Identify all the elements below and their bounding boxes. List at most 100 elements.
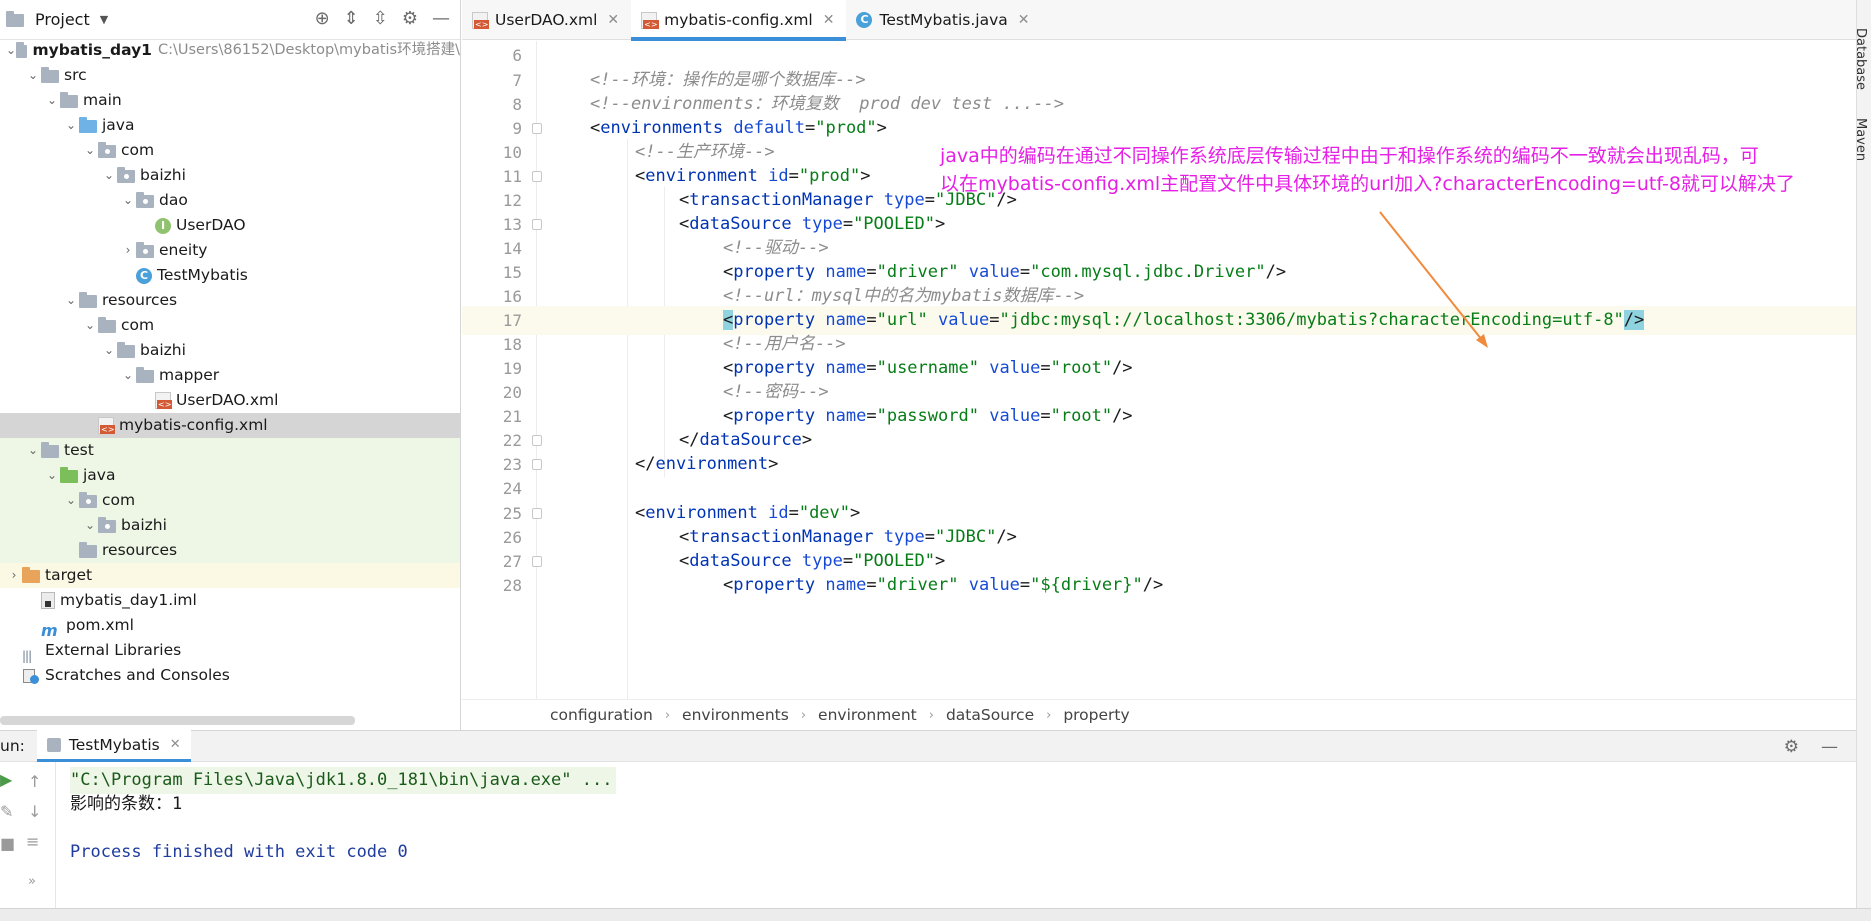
- wrench-icon[interactable]: ✎: [0, 802, 13, 821]
- chevron-down-icon[interactable]: ▼: [100, 13, 108, 26]
- tree-item-label: resources: [102, 291, 178, 309]
- tree-item[interactable]: ⌄ java: [0, 463, 460, 488]
- code-line: 28 <property name="driver" value="${drive…: [462, 571, 1856, 600]
- fold-marker[interactable]: [532, 435, 542, 446]
- chevron-down-icon[interactable]: ⌄: [63, 113, 79, 138]
- chevron-down-icon[interactable]: ⌄: [120, 363, 136, 388]
- chevron-down-icon[interactable]: ⌄: [6, 38, 16, 63]
- chevron-down-icon[interactable]: ⌄: [82, 513, 98, 538]
- minimize-icon[interactable]: —: [1821, 737, 1838, 757]
- tree-item[interactable]: ⌄ dao: [0, 188, 460, 213]
- tree-item[interactable]: ⌄ java: [0, 113, 460, 138]
- breadcrumb-item[interactable]: environments: [682, 706, 789, 724]
- fold-marker[interactable]: [532, 123, 542, 134]
- chevron-down-icon[interactable]: ⌄: [25, 438, 41, 463]
- close-icon[interactable]: ✕: [823, 12, 835, 28]
- tree-item[interactable]: ⌄ com: [0, 488, 460, 513]
- project-panel: Project ▼ ⊕ ⇕ ⇳ ⚙ — ⌄ mybatis_day1 C:\User…: [0, 0, 461, 730]
- fold-marker[interactable]: [532, 556, 542, 567]
- console-output[interactable]: ▶ ↑ ✎ ↓ ■ ≡ » "C:\Program Files\Java\jdk…: [0, 762, 1856, 908]
- tree-item[interactable]: ⌄ test: [0, 438, 460, 463]
- gear-icon[interactable]: ⚙: [1784, 737, 1799, 757]
- tree-item[interactable]: ⌄ com: [0, 313, 460, 338]
- expand-all-icon[interactable]: ⇕: [344, 8, 359, 29]
- interface-icon: I: [155, 217, 171, 234]
- locate-icon[interactable]: ⊕: [315, 8, 330, 29]
- fold-marker[interactable]: [532, 459, 542, 470]
- chevron-right-icon[interactable]: ›: [120, 238, 136, 263]
- breadcrumb-item[interactable]: property: [1063, 706, 1129, 724]
- project-title[interactable]: Project: [35, 10, 90, 29]
- maven-tool-button[interactable]: Maven: [1853, 118, 1868, 161]
- tree-item[interactable]: ⌄ resources: [0, 288, 460, 313]
- tree-item[interactable]: resources: [0, 538, 460, 563]
- tree-item[interactable]: ⌄ baizhi: [0, 163, 460, 188]
- tree-item[interactable]: Scratches and Consoles: [0, 663, 460, 688]
- fold-marker[interactable]: [532, 171, 542, 182]
- soft-wrap-icon[interactable]: ≡: [26, 832, 39, 851]
- chevron-down-icon[interactable]: ⌄: [101, 163, 117, 188]
- collapse-all-icon[interactable]: ⇳: [373, 8, 388, 29]
- tree-item[interactable]: ⌄ baizhi: [0, 513, 460, 538]
- chevron-down-icon[interactable]: ⌄: [25, 63, 41, 88]
- close-icon[interactable]: ✕: [607, 12, 619, 28]
- run-config-icon: [46, 737, 61, 752]
- chevron-down-icon[interactable]: ⌄: [101, 338, 117, 363]
- close-icon[interactable]: ✕: [1018, 12, 1030, 28]
- chevron-down-icon[interactable]: ⌄: [82, 313, 98, 338]
- tree-item[interactable]: › eneity: [0, 238, 460, 263]
- tree-item[interactable]: mybatis-config.xml: [0, 413, 460, 438]
- tree-item[interactable]: External Libraries: [0, 638, 460, 663]
- project-folder-icon: [6, 11, 24, 27]
- stop-icon[interactable]: ■: [0, 834, 15, 853]
- chevron-down-icon[interactable]: ⌄: [63, 288, 79, 313]
- tab-testmybatis-java[interactable]: C TestMybatis.java ✕: [846, 0, 1041, 40]
- code-editor[interactable]: 6 7 <!--环境：操作的是哪个数据库--> 8 <!--environments…: [462, 41, 1856, 699]
- arrow-down-icon[interactable]: ↓: [28, 802, 41, 821]
- breadcrumb-item[interactable]: configuration: [550, 706, 653, 724]
- fold-marker[interactable]: [532, 219, 542, 230]
- tab-userdao-xml[interactable]: UserDAO.xml ✕: [462, 0, 631, 40]
- tree-item[interactable]: UserDAO.xml: [0, 388, 460, 413]
- gear-icon[interactable]: ⚙: [402, 8, 418, 29]
- editor-tabs: UserDAO.xml ✕ mybatis-config.xml ✕ C Tes…: [462, 0, 1856, 41]
- horizontal-scrollbar[interactable]: [0, 716, 355, 725]
- excluded-folder-icon: [22, 567, 40, 583]
- tree-item[interactable]: ⌄ mapper: [0, 363, 460, 388]
- breadcrumb-item[interactable]: dataSource: [946, 706, 1034, 724]
- arrow-up-icon[interactable]: ↑: [28, 772, 41, 791]
- tree-item[interactable]: › target: [0, 563, 460, 588]
- database-tool-button[interactable]: Database: [1853, 28, 1868, 90]
- run-tab-label: TestMybatis: [68, 735, 160, 754]
- more-icon[interactable]: »: [28, 874, 36, 889]
- tree-item-label: java: [83, 466, 116, 484]
- xml-file-icon: [472, 11, 490, 29]
- chevron-right-icon[interactable]: ›: [6, 563, 22, 588]
- chevron-down-icon[interactable]: ⌄: [120, 188, 136, 213]
- chevron-down-icon[interactable]: ⌄: [44, 88, 60, 113]
- tree-item[interactable]: C TestMybatis: [0, 263, 460, 288]
- close-icon[interactable]: ✕: [170, 737, 181, 752]
- chevron-down-icon[interactable]: ⌄: [63, 488, 79, 513]
- tree-item[interactable]: ⌄ mybatis_day1 C:\Users\86152\Desktop\myba…: [0, 38, 460, 63]
- breadcrumb-item[interactable]: environment: [818, 706, 917, 724]
- minimize-icon[interactable]: —: [432, 8, 450, 29]
- tree-item[interactable]: m pom.xml: [0, 613, 460, 640]
- resources-folder-icon: [79, 292, 97, 308]
- annotation-text: java中的编码在通过不同操作系统底层传输过程中由于和操作系统的编码不一致就会出…: [940, 142, 1840, 198]
- tree-item-label: UserDAO.xml: [176, 391, 279, 409]
- tree-item[interactable]: mybatis_day1.iml: [0, 588, 460, 613]
- chevron-down-icon[interactable]: ⌄: [44, 463, 60, 488]
- folder-icon: [117, 342, 135, 358]
- run-tab-testmybatis[interactable]: TestMybatis ✕: [36, 730, 191, 762]
- tree-item[interactable]: ⌄ src: [0, 63, 460, 88]
- tree-item[interactable]: I UserDAO: [0, 213, 460, 238]
- tree-item[interactable]: ⌄ com: [0, 138, 460, 163]
- tab-mybatis-config-xml[interactable]: mybatis-config.xml ✕: [631, 0, 847, 41]
- tree-item[interactable]: ⌄ main: [0, 88, 460, 113]
- fold-marker[interactable]: [532, 508, 542, 519]
- rerun-icon[interactable]: ▶: [0, 770, 12, 789]
- tree-item[interactable]: ⌄ baizhi: [0, 338, 460, 363]
- chevron-right-icon: ›: [1046, 707, 1052, 723]
- chevron-down-icon[interactable]: ⌄: [82, 138, 98, 163]
